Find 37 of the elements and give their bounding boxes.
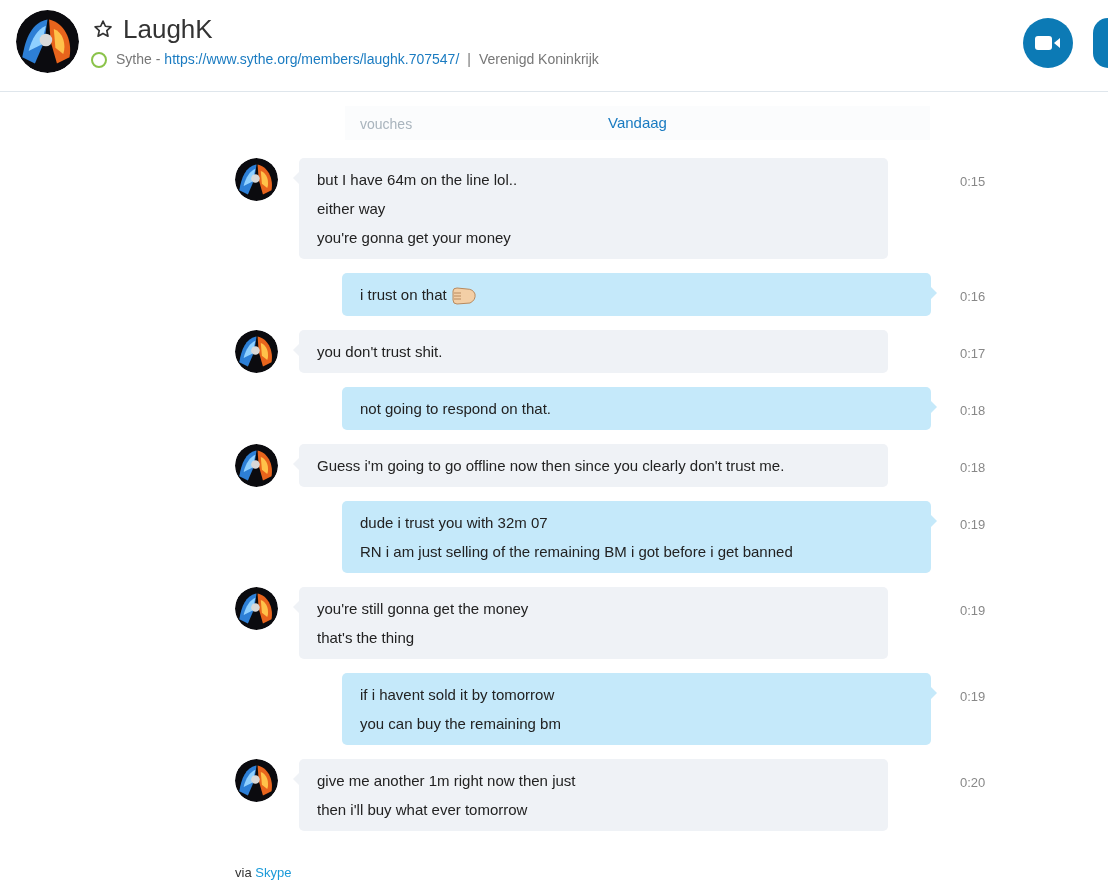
date-label: Vandaag [608, 112, 667, 133]
message-text: you can buy the remaining bm [360, 714, 562, 734]
message-text: you don't trust shit. [317, 342, 444, 362]
message-text: i trust on that [360, 280, 913, 309]
message-time: 0:18 [960, 402, 986, 420]
message-time: 0:20 [960, 774, 986, 792]
message-text: either way [317, 199, 387, 219]
message-time: 0:16 [960, 288, 986, 306]
message-text: not going to respond on that. [360, 399, 552, 419]
skype-link[interactable]: Skype [255, 865, 292, 880]
profile-link[interactable]: https://www.sythe.org/members/laughk.707547/ [164, 49, 460, 70]
message-text: you're gonna get your money [317, 228, 512, 248]
star-icon[interactable] [93, 19, 113, 39]
message-text: if i havent sold it by tomorrow [360, 685, 556, 705]
message-time: 0:19 [960, 516, 986, 534]
video-call-button[interactable] [1023, 18, 1073, 68]
message-text: but I have 64m on the line lol.. [317, 170, 519, 190]
via-text: via [235, 865, 252, 880]
message-time: 0:19 [960, 688, 986, 706]
faded-text: vouches [360, 115, 413, 134]
video-camera-icon [1035, 35, 1061, 51]
message-text: dude i trust you with 32m 07 [360, 513, 549, 533]
message-time: 0:19 [960, 602, 986, 620]
location-text: Verenigd Koninkrijk [478, 50, 599, 69]
separator: | [467, 50, 471, 69]
message-text: then i'll buy what ever tomorrow [317, 800, 529, 820]
message-text: RN i am just selling of the remaining BM i got before i get banned [360, 542, 794, 562]
message-time: 0:17 [960, 345, 986, 363]
message-time: 0:18 [960, 459, 986, 477]
message-text: that's the thing [317, 628, 416, 648]
contact-name: LaughK [123, 13, 213, 45]
message-time: 0:15 [960, 173, 986, 191]
call-button[interactable] [1093, 18, 1108, 68]
mood-prefix: Sythe - [116, 50, 161, 69]
message-text: give me another 1m right now then just [317, 771, 577, 791]
message-text: you're still gonna get the money [317, 599, 530, 619]
message-text: Guess i'm going to go offline now then since you clearly don't trust me. [317, 456, 786, 476]
